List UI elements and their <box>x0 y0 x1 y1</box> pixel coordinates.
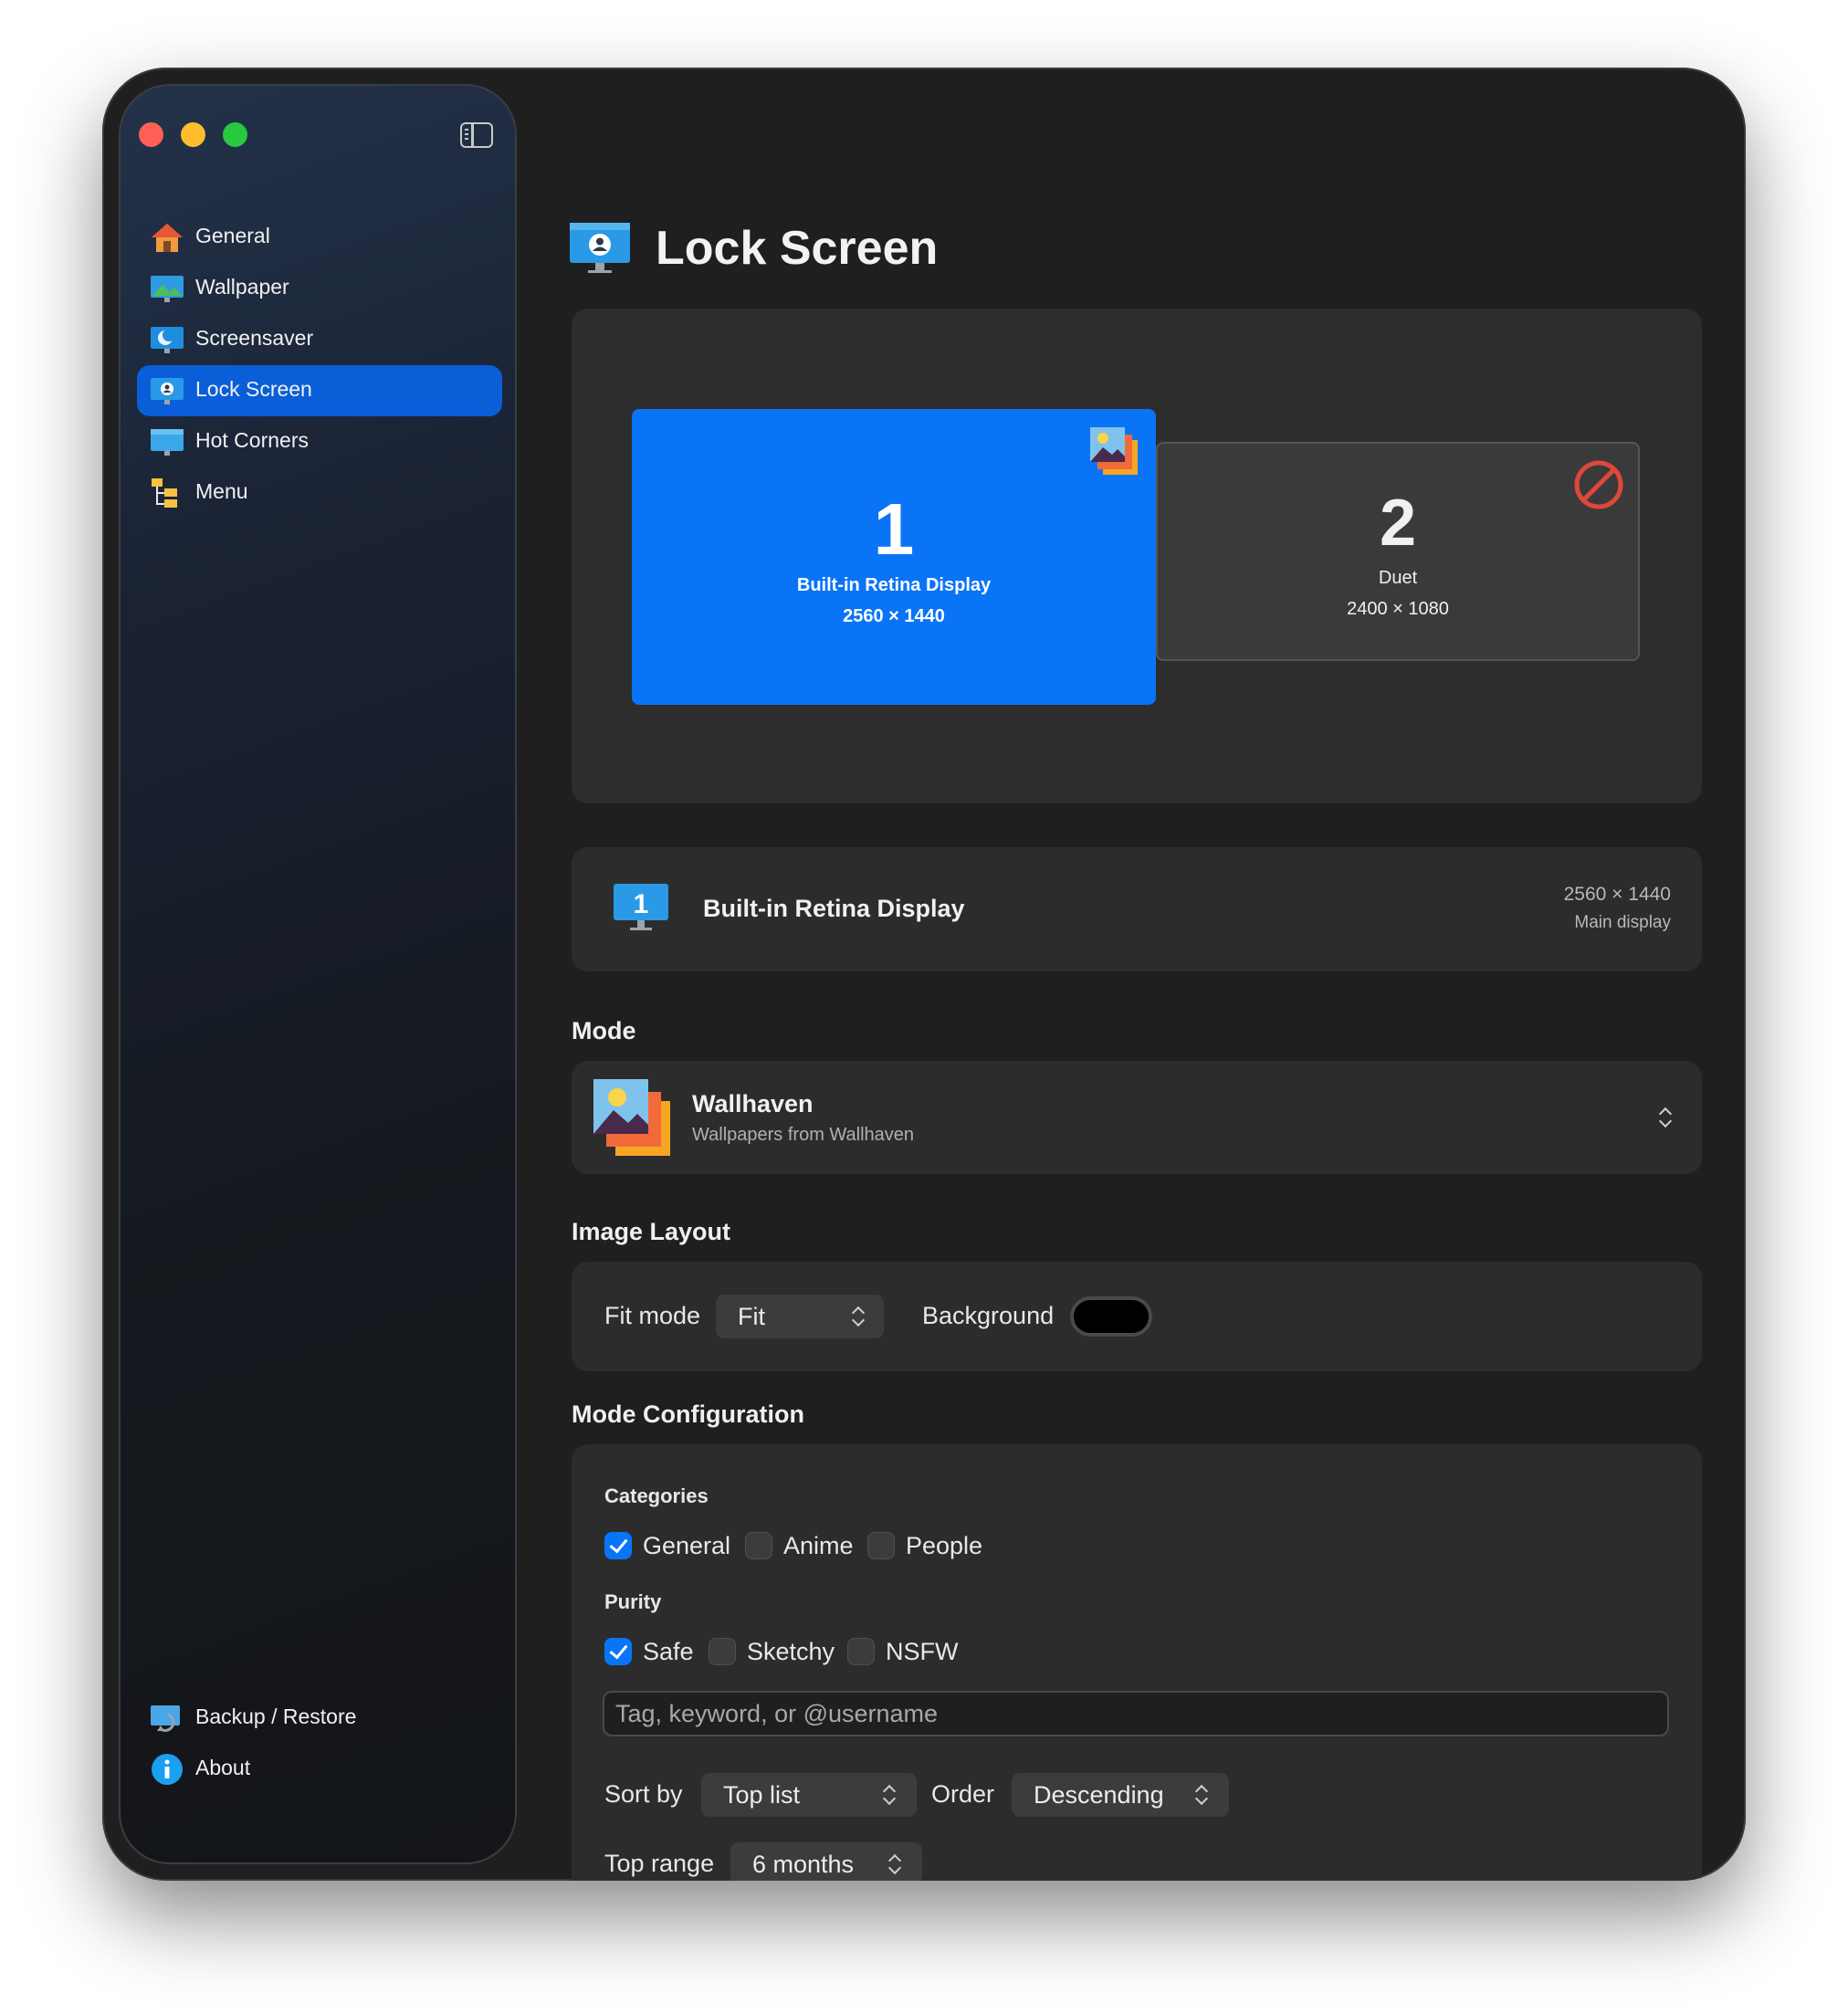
chevron-up-down-icon <box>1658 1107 1673 1128</box>
mode-configuration-panel: Categories General Anime People Purity S… <box>572 1444 1702 1881</box>
search-input[interactable] <box>603 1691 1669 1736</box>
zoom-window-button[interactable] <box>223 122 247 147</box>
sidebar-item-hot-corners[interactable]: Hot Corners <box>137 416 502 467</box>
sidebar-item-wallpaper[interactable]: Wallpaper <box>137 263 502 314</box>
display-1-tile[interactable]: 1 Built-in Retina Display 2560 × 1440 <box>632 409 1156 705</box>
category-general-checkbox[interactable] <box>604 1532 632 1559</box>
selected-display-info: 1 Built-in Retina Display 2560 × 1440 Ma… <box>572 847 1702 971</box>
sidebar-toggle-icon[interactable] <box>460 122 493 148</box>
image-layout-panel: Fit mode Fit Background <box>572 1262 1702 1371</box>
screensaver-moon-icon <box>151 327 184 353</box>
close-window-button[interactable] <box>139 122 163 147</box>
display-resolution: 2560 × 1440 <box>843 606 945 626</box>
menu-tree-icon <box>152 478 177 508</box>
category-people-label: People <box>906 1532 983 1559</box>
chevron-up-down-icon <box>851 1306 866 1327</box>
category-anime-label: Anime <box>783 1532 854 1559</box>
chevron-up-down-icon <box>887 1853 902 1875</box>
sort-by-select[interactable]: Top list <box>701 1773 917 1817</box>
display-info-name: Built-in Retina Display <box>703 895 965 922</box>
mode-subtitle: Wallpapers from Wallhaven <box>692 1125 915 1145</box>
display-2-tile[interactable]: 2 Duet 2400 × 1080 <box>1156 442 1640 661</box>
display-monitor-icon: 1 <box>614 884 668 930</box>
purity-nsfw-checkbox[interactable] <box>847 1638 875 1665</box>
purity-sketchy-label: Sketchy <box>747 1638 835 1665</box>
background-color-well[interactable] <box>1070 1296 1152 1337</box>
order-value: Descending <box>1034 1781 1164 1809</box>
display-info-resolution: 2560 × 1440 <box>1563 884 1671 905</box>
sidebar-item-label: Hot Corners <box>195 428 309 452</box>
lock-screen-user-icon <box>570 223 630 273</box>
display-resolution: 2400 × 1080 <box>1347 599 1449 619</box>
sidebar-item-lock-screen[interactable]: Lock Screen <box>137 365 502 416</box>
category-anime-checkbox[interactable] <box>745 1532 772 1559</box>
house-icon <box>152 224 183 252</box>
wallpaper-icon <box>151 276 184 302</box>
sort-by-label: Sort by <box>604 1780 683 1808</box>
display-info-number: 1 <box>634 889 649 919</box>
display-info-subtitle: Main display <box>1574 913 1671 932</box>
display-name: Duet <box>1378 568 1418 588</box>
info-icon <box>152 1754 183 1785</box>
top-range-value: 6 months <box>752 1851 855 1878</box>
sidebar-item-label: Menu <box>195 479 248 503</box>
sidebar-item-about[interactable]: About <box>137 1744 502 1795</box>
purity-sketchy-checkbox[interactable] <box>709 1638 736 1665</box>
sidebar-item-menu[interactable]: Menu <box>137 467 502 519</box>
chevron-up-down-icon <box>1194 1784 1209 1806</box>
order-select[interactable]: Descending <box>1012 1773 1229 1817</box>
sidebar-item-backup-restore[interactable]: Backup / Restore <box>137 1693 502 1744</box>
top-range-label: Top range <box>604 1850 715 1877</box>
image-layout-heading: Image Layout <box>572 1218 731 1245</box>
top-range-select[interactable]: 6 months <box>730 1842 922 1881</box>
sidebar-item-screensaver[interactable]: Screensaver <box>137 314 502 365</box>
page-title: Lock Screen <box>656 222 939 275</box>
sidebar-item-label: Screensaver <box>195 326 314 350</box>
categories-label: Categories <box>604 1484 709 1507</box>
chevron-up-down-icon <box>882 1784 897 1806</box>
wallhaven-stack-icon <box>1090 427 1138 475</box>
lock-screen-user-icon <box>151 378 184 404</box>
mode-configuration-heading: Mode Configuration <box>572 1400 804 1428</box>
sidebar-item-label: Backup / Restore <box>195 1705 357 1728</box>
sidebar-item-general[interactable]: General <box>137 212 502 263</box>
display-number: 1 <box>873 488 915 570</box>
order-label: Order <box>931 1780 995 1808</box>
category-people-checkbox[interactable] <box>867 1532 895 1559</box>
purity-nsfw-label: NSFW <box>886 1638 959 1665</box>
app-window: General Wallpaper Screensaver Lock Scree… <box>102 68 1746 1881</box>
mode-title: Wallhaven <box>692 1090 814 1117</box>
display-arrangement: 1 Built-in Retina Display 2560 × 1440 2 … <box>572 309 1702 803</box>
sidebar-item-label: Lock Screen <box>195 377 312 401</box>
sidebar: General Wallpaper Screensaver Lock Scree… <box>119 84 517 1864</box>
purity-label: Purity <box>604 1590 662 1613</box>
purity-safe-label: Safe <box>643 1638 694 1665</box>
wallhaven-stack-icon <box>593 1079 670 1156</box>
sidebar-item-label: About <box>195 1756 251 1779</box>
fit-mode-select[interactable]: Fit <box>716 1295 884 1338</box>
mode-selector[interactable]: Wallhaven Wallpapers from Wallhaven <box>572 1061 1702 1174</box>
fit-mode-label: Fit mode <box>604 1302 701 1329</box>
category-general-label: General <box>643 1532 731 1559</box>
purity-safe-checkbox[interactable] <box>604 1638 632 1665</box>
fit-mode-value: Fit <box>738 1303 765 1330</box>
backup-restore-icon <box>151 1705 180 1732</box>
display-name: Built-in Retina Display <box>796 575 992 595</box>
sort-by-value: Top list <box>723 1781 801 1809</box>
sidebar-item-label: Wallpaper <box>195 275 289 299</box>
mode-heading: Mode <box>572 1017 636 1044</box>
hot-corners-monitor-icon <box>151 429 184 456</box>
background-label: Background <box>922 1302 1055 1329</box>
minimize-window-button[interactable] <box>181 122 205 147</box>
display-number: 2 <box>1379 487 1417 560</box>
sidebar-item-label: General <box>195 224 270 247</box>
